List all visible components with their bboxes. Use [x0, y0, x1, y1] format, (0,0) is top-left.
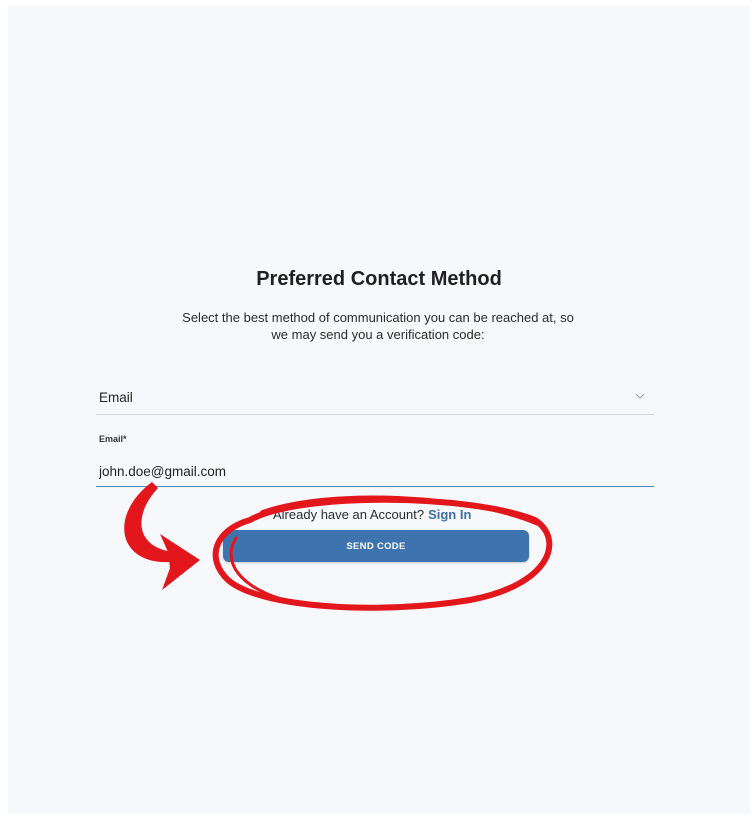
page-title: Preferred Contact Method: [256, 268, 502, 290]
email-field-label: Email*: [99, 434, 127, 444]
sign-in-prompt: Already have an Account? Sign In: [273, 507, 471, 522]
chevron-down-icon: [635, 393, 645, 399]
page-background: Preferred Contact Method Select the best…: [8, 6, 750, 814]
contact-method-select[interactable]: Email: [96, 382, 654, 415]
contact-method-value: Email: [99, 390, 133, 405]
sign-in-link[interactable]: Sign In: [428, 507, 471, 522]
sign-in-prompt-text: Already have an Account?: [273, 507, 425, 522]
page-subtitle: Select the best method of communication …: [182, 310, 574, 342]
email-field[interactable]: [96, 456, 654, 487]
send-code-button[interactable]: SEND CODE: [223, 530, 529, 562]
